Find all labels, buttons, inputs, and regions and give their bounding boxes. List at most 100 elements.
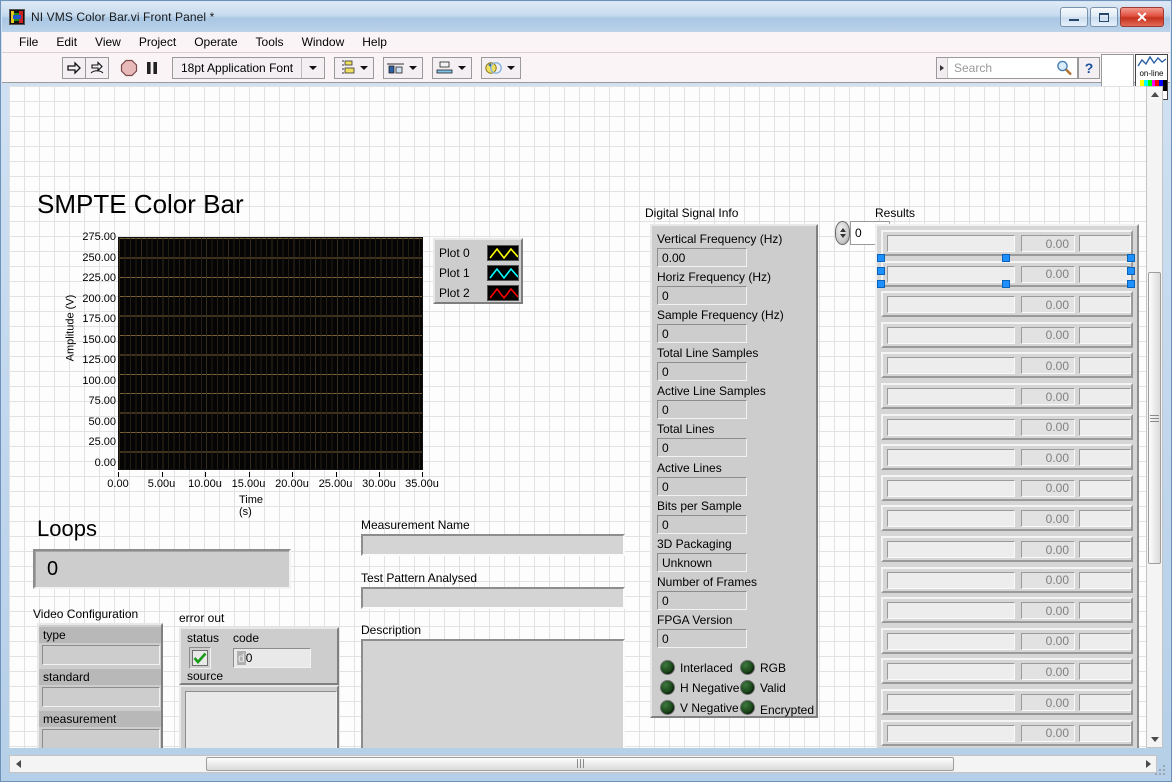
dsi-field-horiz-frequency[interactable]: 0 [657, 286, 747, 305]
dsi-field-number-of-frames[interactable]: 0 [657, 591, 747, 610]
selection-handle[interactable] [877, 254, 885, 262]
results-row[interactable]: 0.00 [881, 474, 1133, 501]
results-row-value[interactable]: 0.00 [1021, 296, 1075, 314]
results-row[interactable]: 0.00 [881, 658, 1133, 685]
results-row-value[interactable]: 0.00 [1021, 510, 1075, 528]
align-objects-button[interactable] [334, 56, 375, 79]
legend-swatch-plot0[interactable] [487, 245, 519, 261]
results-row-value[interactable]: 0.00 [1021, 663, 1075, 681]
results-row-name[interactable] [887, 265, 1015, 283]
measurement-name-field[interactable] [361, 534, 625, 556]
vc-standard-field[interactable] [42, 687, 160, 707]
results-row-name[interactable] [887, 724, 1015, 742]
menu-item-edit[interactable]: Edit [47, 33, 86, 51]
results-row-units[interactable] [1079, 663, 1131, 681]
results-row-name[interactable] [887, 296, 1015, 314]
results-row-name[interactable] [887, 388, 1015, 405]
results-row-value[interactable]: 0.00 [1021, 326, 1075, 344]
results-row-value[interactable]: 0.00 [1021, 632, 1075, 650]
vc-locations-field[interactable] [42, 729, 160, 748]
abort-button[interactable] [117, 57, 141, 79]
error-source-field[interactable] [185, 691, 337, 748]
results-row-name[interactable] [887, 326, 1015, 344]
selection-handle[interactable] [877, 267, 885, 275]
results-row[interactable]: 0.00 [881, 536, 1133, 562]
results-row-name[interactable] [887, 632, 1015, 650]
error-code-field[interactable]: d0 [233, 648, 311, 668]
results-row-value[interactable]: 0.00 [1021, 571, 1075, 589]
legend-item[interactable]: Plot 0 [439, 243, 521, 263]
run-continuously-button[interactable] [85, 56, 109, 79]
results-row[interactable]: 0.00 [881, 505, 1133, 532]
pause-button[interactable] [140, 57, 164, 79]
results-row[interactable]: 0.00 [881, 321, 1133, 348]
led-interlaced[interactable] [660, 660, 675, 675]
menu-item-help[interactable]: Help [353, 33, 396, 51]
vertical-scrollbar-thumb[interactable] [1148, 272, 1161, 564]
results-row[interactable]: 0.00 [881, 597, 1133, 624]
dsi-field-total-line-samples[interactable]: 0 [657, 362, 747, 381]
results-row[interactable]: 0.00 [881, 444, 1133, 471]
scroll-right-button[interactable] [1140, 756, 1156, 772]
selection-handle[interactable] [877, 280, 885, 288]
results-row-units[interactable] [1079, 571, 1131, 589]
dsi-field-active-lines[interactable]: 0 [657, 477, 747, 496]
resize-objects-button[interactable] [432, 56, 473, 79]
results-row-value[interactable]: 0.00 [1021, 418, 1075, 436]
description-field[interactable] [361, 639, 625, 748]
results-row-name[interactable] [887, 663, 1015, 681]
dsi-field-total-lines[interactable]: 0 [657, 438, 747, 457]
results-row-value[interactable]: 0.00 [1021, 479, 1075, 497]
error-out-cluster[interactable]: status code d0 source [179, 627, 339, 685]
results-row-units[interactable] [1079, 265, 1131, 283]
font-selector[interactable]: 18pt Application Font [172, 56, 326, 79]
results-row-name[interactable] [887, 541, 1015, 558]
spinner-down-icon[interactable] [839, 234, 846, 238]
results-row-value[interactable]: 0.00 [1021, 449, 1075, 467]
led-v-negative[interactable] [660, 700, 675, 715]
results-row-name[interactable] [887, 694, 1015, 711]
menu-item-operate[interactable]: Operate [185, 33, 246, 51]
results-row-units[interactable] [1079, 357, 1131, 375]
legend-item[interactable]: Plot 2 [439, 283, 521, 303]
results-row-units[interactable] [1079, 724, 1131, 742]
results-row-value[interactable]: 0.00 [1021, 694, 1075, 711]
results-row-units[interactable] [1079, 418, 1131, 436]
results-row[interactable]: 0.00 [881, 566, 1133, 593]
menu-item-view[interactable]: View [86, 33, 130, 51]
results-row-name[interactable] [887, 510, 1015, 528]
menu-item-file[interactable]: File [10, 33, 47, 51]
loops-indicator[interactable]: 0 [33, 549, 291, 589]
selection-handle[interactable] [1127, 280, 1135, 288]
results-row-value[interactable]: 0.00 [1021, 724, 1075, 742]
menu-item-tools[interactable]: Tools [247, 33, 293, 51]
close-button[interactable]: ✕ [1120, 7, 1164, 27]
results-row-value[interactable]: 0.00 [1021, 541, 1075, 558]
dsi-field-sample-frequency[interactable]: 0 [657, 324, 747, 343]
reorder-button[interactable] [481, 56, 522, 79]
results-row[interactable]: 0.00 [881, 413, 1133, 440]
led-rgb[interactable] [740, 660, 755, 675]
results-row-units[interactable] [1079, 388, 1131, 405]
led-encrypted[interactable] [740, 700, 755, 715]
legend-swatch-plot2[interactable] [487, 285, 519, 301]
distribute-objects-button[interactable] [383, 56, 424, 79]
results-index-spinner[interactable] [835, 221, 850, 245]
vertical-scrollbar[interactable] [1146, 86, 1163, 748]
results-row-units[interactable] [1079, 632, 1131, 650]
results-row[interactable]: 0.00 [881, 291, 1133, 318]
dsi-field-3d-packaging[interactable]: Unknown [657, 553, 747, 572]
led-h-negative[interactable] [660, 680, 675, 695]
legend-item[interactable]: Plot 1 [439, 263, 521, 283]
selection-handle[interactable] [1127, 267, 1135, 275]
legend-swatch-plot1[interactable] [487, 265, 519, 281]
error-status-indicator[interactable] [189, 647, 211, 669]
results-row-name[interactable] [887, 418, 1015, 436]
selection-handle[interactable] [1002, 280, 1010, 288]
results-row-name[interactable] [887, 449, 1015, 467]
results-row-value[interactable]: 0.00 [1021, 265, 1075, 283]
results-row-value[interactable]: 0.00 [1021, 388, 1075, 405]
spinner-up-icon[interactable] [839, 228, 846, 232]
results-row-name[interactable] [887, 357, 1015, 375]
dsi-field-vertical-frequency[interactable]: 0.00 [657, 248, 747, 267]
